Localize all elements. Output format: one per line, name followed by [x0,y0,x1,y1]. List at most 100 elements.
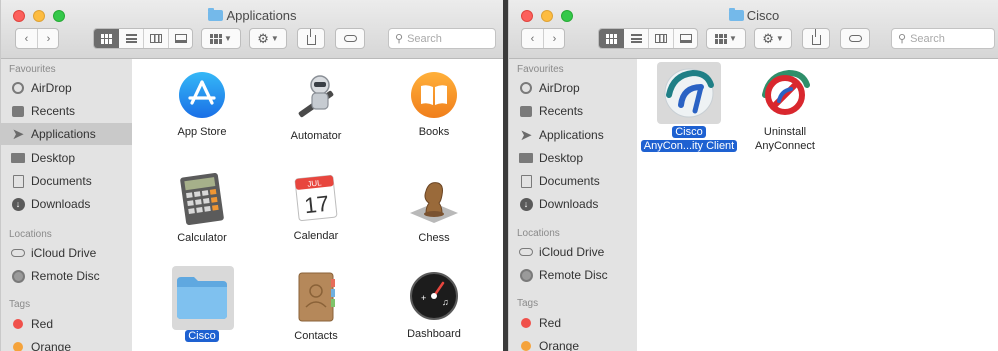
column-view-button[interactable] [649,29,673,48]
file-uninstall-anyconnect[interactable]: Uninstall AnyConnect [735,65,835,153]
sidebar-item-tag-orange[interactable]: Orange [1,336,132,351]
sidebar-header-favourites: Favourites [9,64,56,75]
file-contacts[interactable]: Contacts [268,271,364,343]
sidebar-item-airdrop[interactable]: AirDrop [509,77,637,99]
red-tag-icon [521,318,531,328]
sidebar-item-tag-red[interactable]: Red [509,312,637,334]
file-app-store[interactable]: App Store [154,71,250,139]
folder-icon [728,8,744,21]
icon-view-icon [100,33,113,44]
action-button[interactable]: ⚙ ▼ [249,28,287,49]
file-automator[interactable]: Automator [268,71,364,143]
chevron-down-icon: ▼ [775,34,784,43]
back-button[interactable]: ‹ [522,29,543,48]
share-button[interactable] [297,28,325,49]
sidebar-item-tag-red[interactable]: Red [1,313,132,335]
uninstall-anyconnect-icon [762,69,810,115]
applications-icon: ➤ [11,125,25,143]
folder-icon [177,277,227,319]
sidebar-item-applications[interactable]: ➤ Applications [509,124,637,146]
file-calculator[interactable]: Calculator [154,172,250,245]
gallery-view-button[interactable] [674,29,698,48]
folder-icon [208,8,224,21]
icon-view-icon [605,33,618,44]
remote-disc-icon [11,269,25,283]
list-view-button[interactable] [624,29,648,48]
tags-button[interactable] [335,28,365,49]
sidebar-item-desktop[interactable]: Desktop [509,147,637,169]
airdrop-icon [12,82,24,94]
gear-icon: ⚙ [762,30,774,46]
gallery-view-button[interactable] [169,29,193,48]
tag-icon [848,35,862,42]
red-tag-icon [13,319,23,329]
recents-icon [12,105,24,117]
window-title: Applications [1,8,504,23]
search-icon: ⚲ [395,33,404,45]
group-button[interactable]: ▼ [706,28,746,49]
titlebar: Applications ‹ › ▼ ⚙ ▼ ⚲ Search [1,0,504,59]
action-button[interactable]: ⚙ ▼ [754,28,792,49]
sidebar-item-desktop[interactable]: Desktop [1,147,132,169]
chevron-left-icon: ‹ [24,32,29,45]
svg-text:17: 17 [303,191,330,218]
file-cisco-anyconnect[interactable]: Cisco AnyCon...ity Client [639,65,739,153]
dashboard-icon: + ♫ [410,272,458,320]
sidebar-item-documents[interactable]: Documents [1,170,132,192]
forward-button[interactable]: › [38,29,59,48]
file-calendar[interactable]: JUL 17 Calendar [268,173,364,243]
sidebar-item-applications[interactable]: ➤ Applications [1,123,132,145]
file-dashboard[interactable]: + ♫ Dashboard [386,271,482,341]
sidebar-item-downloads[interactable]: ↓ Downloads [509,193,637,215]
tags-button[interactable] [840,28,870,49]
icon-view-button[interactable] [94,29,119,48]
svg-text:♫: ♫ [442,297,449,307]
sidebar-item-documents[interactable]: Documents [509,170,637,192]
sidebar-item-tag-orange[interactable]: Orange [509,335,637,351]
sidebar-item-downloads[interactable]: ↓ Downloads [1,193,132,215]
share-icon [811,29,821,45]
list-view-button[interactable] [119,29,143,48]
sidebar-item-remote-disc[interactable]: Remote Disc [1,265,132,287]
sidebar-item-icloud-drive[interactable]: iCloud Drive [509,241,637,263]
search-icon: ⚲ [898,33,907,45]
remote-disc-icon [519,268,533,282]
group-button[interactable]: ▼ [201,28,241,49]
share-button[interactable] [802,28,830,49]
back-forward-control: ‹ › [521,28,565,49]
file-grid: Cisco AnyCon...ity Client Uninstall AnyC… [637,59,998,351]
view-mode-control [598,28,698,49]
downloads-icon: ↓ [519,197,533,211]
airdrop-icon [520,82,532,94]
file-books[interactable]: Books [386,71,482,139]
sidebar-item-remote-disc[interactable]: Remote Disc [509,264,637,286]
contacts-icon [298,272,335,322]
back-button[interactable]: ‹ [16,29,37,48]
downloads-icon: ↓ [11,197,25,211]
file-cisco-folder[interactable]: Cisco [154,271,250,343]
sidebar-item-icloud-drive[interactable]: iCloud Drive [1,242,132,264]
sidebar-item-recents[interactable]: Recents [1,100,132,122]
chevron-down-icon: ▼ [729,34,737,43]
share-icon [306,29,316,45]
orange-tag-icon [521,341,531,351]
titlebar: Cisco ‹ › ▼ ⚙ ▼ ⚲ Search [509,0,998,59]
sidebar-item-airdrop[interactable]: AirDrop [1,77,132,99]
column-view-button[interactable] [144,29,168,48]
sidebar-item-recents[interactable]: Recents [509,100,637,122]
icon-view-button[interactable] [599,29,624,48]
books-icon [411,72,457,118]
search-field[interactable]: ⚲ Search [388,28,496,49]
finder-window-applications: Applications ‹ › ▼ ⚙ ▼ ⚲ Search Favourit… [0,0,505,351]
recents-icon [520,105,532,117]
forward-button[interactable]: › [544,29,565,48]
file-chess[interactable]: Chess [386,173,482,245]
chevron-left-icon: ‹ [530,32,535,45]
chevron-down-icon: ▼ [270,34,279,43]
file-grid: App Store Automator Books Calculator JUL… [132,59,504,351]
svg-text:JUL: JUL [307,178,323,188]
group-icon [715,33,728,44]
applications-icon: ➤ [519,126,533,144]
search-field[interactable]: ⚲ Search [891,28,995,49]
gallery-view-icon [175,34,187,43]
